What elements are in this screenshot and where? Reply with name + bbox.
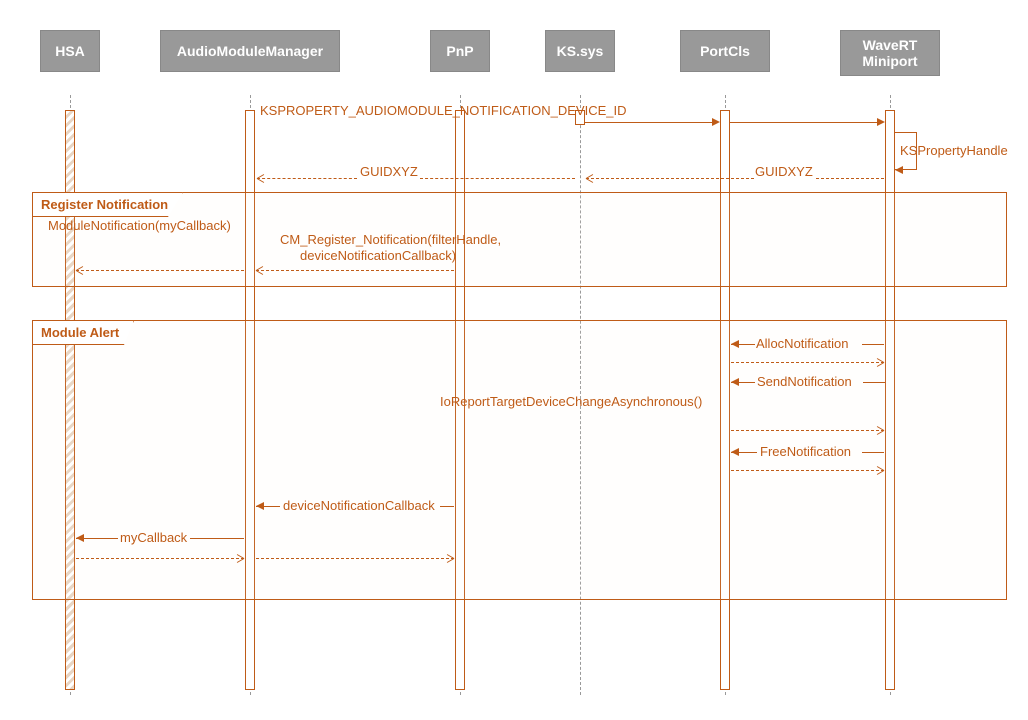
arrow-dashed (816, 178, 884, 179)
msg-allocnotif: AllocNotification (756, 336, 849, 351)
arrowhead (731, 378, 739, 386)
frame-label-alert: Module Alert (32, 320, 134, 345)
arrow-dashed (256, 558, 454, 559)
participant-ks: KS.sys (545, 30, 615, 72)
arrow-dashed (257, 178, 357, 179)
arrow-dashed (586, 178, 754, 179)
arrowhead (731, 340, 739, 348)
msg-guidxyz: GUIDXYZ (360, 164, 418, 179)
msg-ksproperty: KSPROPERTY_AUDIOMODULE_NOTIFICATION_DEVI… (260, 103, 626, 118)
participant-pnp: PnP (430, 30, 490, 72)
frame-register: Register Notification (32, 192, 1007, 287)
arrow-dashed (76, 270, 244, 271)
arrow (440, 506, 454, 507)
arrow-dashed (420, 178, 575, 179)
frame-label-register: Register Notification (32, 192, 183, 217)
msg-sendnotif: SendNotification (757, 374, 852, 389)
arrow-dashed (731, 430, 884, 431)
msg-modulenotif: ModuleNotification(myCallback) (48, 218, 231, 233)
arrow (862, 344, 884, 345)
arrow (730, 122, 883, 123)
msg-ioreport: IoReportTargetDeviceChangeAsynchronous() (440, 394, 702, 409)
msg-cmregister1: CM_Register_Notification(filterHandle, (280, 232, 501, 247)
arrowhead (731, 448, 739, 456)
participant-wavert: WaveRT Miniport (840, 30, 940, 76)
arrow (863, 382, 885, 383)
msg-guidxyz: GUIDXYZ (755, 164, 813, 179)
arrowhead (76, 534, 84, 542)
arrowhead (712, 118, 720, 126)
arrow (190, 538, 244, 539)
msg-freenotif: FreeNotification (760, 444, 851, 459)
msg-devicecb: deviceNotificationCallback (283, 498, 435, 513)
participant-hsa: HSA (40, 30, 100, 72)
msg-mycallback: myCallback (120, 530, 187, 545)
msg-cmregister2: deviceNotificationCallback) (300, 248, 456, 263)
arrow-dashed (76, 558, 244, 559)
selfcall (895, 132, 917, 170)
participant-amm: AudioModuleManager (160, 30, 340, 72)
arrow-dashed (256, 270, 454, 271)
arrow (862, 452, 884, 453)
arrowhead (895, 166, 903, 174)
arrow-dashed (731, 362, 884, 363)
arrowhead (877, 118, 885, 126)
participant-portcls: PortCls (680, 30, 770, 72)
arrowhead (256, 502, 264, 510)
arrow-dashed (731, 470, 884, 471)
arrow (585, 122, 718, 123)
